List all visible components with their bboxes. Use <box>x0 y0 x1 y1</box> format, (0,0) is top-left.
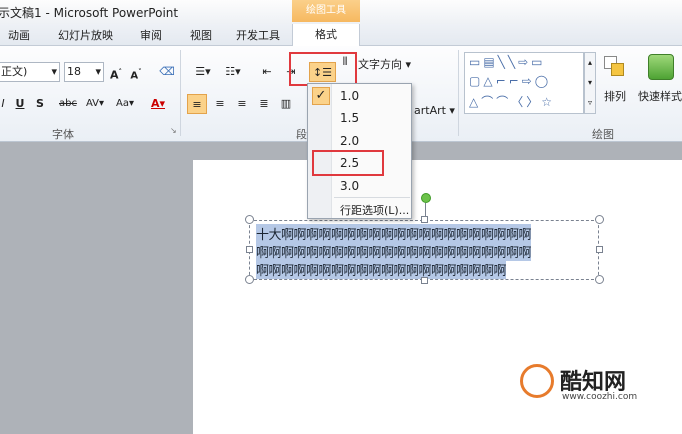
chevron-down-icon: ▾ <box>51 65 57 78</box>
text-direction-icon[interactable]: ⫴ <box>338 52 352 72</box>
drawing-tools-context-label: 绘图工具 <box>292 0 360 22</box>
window-title: 示文稿1 - Microsoft PowerPoint <box>0 6 179 20</box>
font-group-label: 字体 <box>52 128 74 141</box>
tab-animation[interactable]: 动画 <box>8 27 30 43</box>
text-line[interactable]: 啊啊啊啊啊啊啊啊啊啊啊啊啊啊啊啊啊啊啊啊 <box>256 260 507 279</box>
resize-handle[interactable] <box>421 277 428 284</box>
tab-developer[interactable]: 开发工具 <box>236 27 280 43</box>
clear-format-icon[interactable]: ⌫ <box>158 62 176 82</box>
tab-format[interactable]: 格式 <box>292 24 360 47</box>
dialog-launcher-icon[interactable]: ↘ <box>170 126 177 135</box>
quick-styles-icon <box>648 54 674 80</box>
text-direction-label: 文字方向 <box>358 58 402 71</box>
underline-icon[interactable]: U <box>14 94 26 114</box>
shapes-row-3: △⌒⌒〈〉☆ <box>469 95 555 109</box>
line-spacing-option-3.0[interactable]: 3.0 <box>340 179 359 193</box>
coozhi-logo-icon <box>520 364 554 398</box>
arrange-icon <box>604 56 626 78</box>
align-center-icon[interactable]: ≡ <box>210 94 230 114</box>
rotate-handle[interactable] <box>421 193 431 203</box>
line-spacing-option-1.0[interactable]: 1.0 <box>340 89 359 103</box>
font-size-value: 18 <box>67 65 81 78</box>
quick-styles-label: 快速样式 <box>638 90 682 103</box>
resize-handle[interactable] <box>596 246 603 253</box>
smartart-button[interactable]: artArt ▾ <box>414 104 455 117</box>
smartart-label: artArt <box>414 104 446 117</box>
grow-font-icon[interactable]: A˄ <box>108 62 124 82</box>
numbering-icon[interactable]: ☷▾ <box>220 62 246 82</box>
group-separator <box>458 50 459 136</box>
shrink-font-icon[interactable]: A˅ <box>128 62 144 82</box>
char-spacing-icon[interactable]: AV▾ <box>82 94 108 114</box>
resize-handle[interactable] <box>421 216 428 223</box>
line-spacing-option-2.5[interactable]: 2.5 <box>340 156 359 170</box>
font-color-icon[interactable]: A▾ <box>146 94 170 114</box>
strikethrough-icon[interactable]: abc <box>58 94 78 114</box>
text-line[interactable]: 啊啊啊啊啊啊啊啊啊啊啊啊啊啊啊啊啊啊啊啊啊啊 <box>256 242 532 261</box>
checkmark-icon: ✓ <box>312 87 330 105</box>
text-direction-button[interactable]: 文字方向 ▾ <box>358 56 411 72</box>
resize-handle[interactable] <box>245 215 254 224</box>
chevron-down-icon: ▾ <box>95 65 101 78</box>
tab-review[interactable]: 审阅 <box>140 27 162 43</box>
watermark-url: www.coozhi.com <box>562 392 638 402</box>
shapes-gallery[interactable]: ▭▤╲╲⇨▭ ▢△⌐⌐⇨◯ △⌒⌒〈〉☆ <box>464 52 584 114</box>
justify-icon[interactable]: ≣ <box>254 94 274 114</box>
group-separator <box>180 50 181 136</box>
font-size-box[interactable]: 18 ▾ <box>64 62 104 82</box>
resize-handle[interactable] <box>246 246 253 253</box>
shapes-row-1: ▭▤╲╲⇨▭ <box>469 55 546 69</box>
resize-handle[interactable] <box>245 275 254 284</box>
line-spacing-options-item[interactable]: 行距选项(L)... <box>340 202 409 218</box>
arrange-label: 排列 <box>604 90 626 103</box>
shadow-icon[interactable]: S <box>34 94 46 114</box>
line-spacing-option-2.0[interactable]: 2.0 <box>340 134 359 148</box>
quick-styles-button[interactable]: 快速样式 <box>638 88 682 104</box>
font-name-value: 正文) <box>1 65 28 78</box>
arrange-button[interactable]: 排列 <box>604 88 626 104</box>
tab-slideshow[interactable]: 幻灯片放映 <box>58 27 113 43</box>
gallery-scroll[interactable]: ▴ ▾ ▿ <box>584 52 596 114</box>
decrease-indent-icon[interactable]: ⇤ <box>258 62 276 82</box>
tab-view[interactable]: 视图 <box>190 27 212 43</box>
drawing-group-label: 绘图 <box>592 128 614 141</box>
resize-handle[interactable] <box>595 275 604 284</box>
shapes-row-2: ▢△⌐⌐⇨◯ <box>469 74 552 88</box>
font-name-box[interactable]: 正文) ▾ <box>0 62 60 82</box>
bullets-icon[interactable]: ☰▾ <box>190 62 216 82</box>
distributed-icon[interactable]: ▥ <box>276 94 296 114</box>
align-left-icon[interactable]: ≡ <box>187 94 207 114</box>
line-spacing-option-1.5[interactable]: 1.5 <box>340 111 359 125</box>
menu-divider <box>334 197 410 198</box>
italic-icon[interactable]: I <box>0 94 8 114</box>
change-case-icon[interactable]: Aa▾ <box>112 94 138 114</box>
align-right-icon[interactable]: ≡ <box>232 94 252 114</box>
text-line[interactable]: 十大啊啊啊啊啊啊啊啊啊啊啊啊啊啊啊啊啊啊啊啊 <box>256 224 532 243</box>
paragraph-group-label: 段 <box>296 128 307 141</box>
resize-handle[interactable] <box>595 215 604 224</box>
